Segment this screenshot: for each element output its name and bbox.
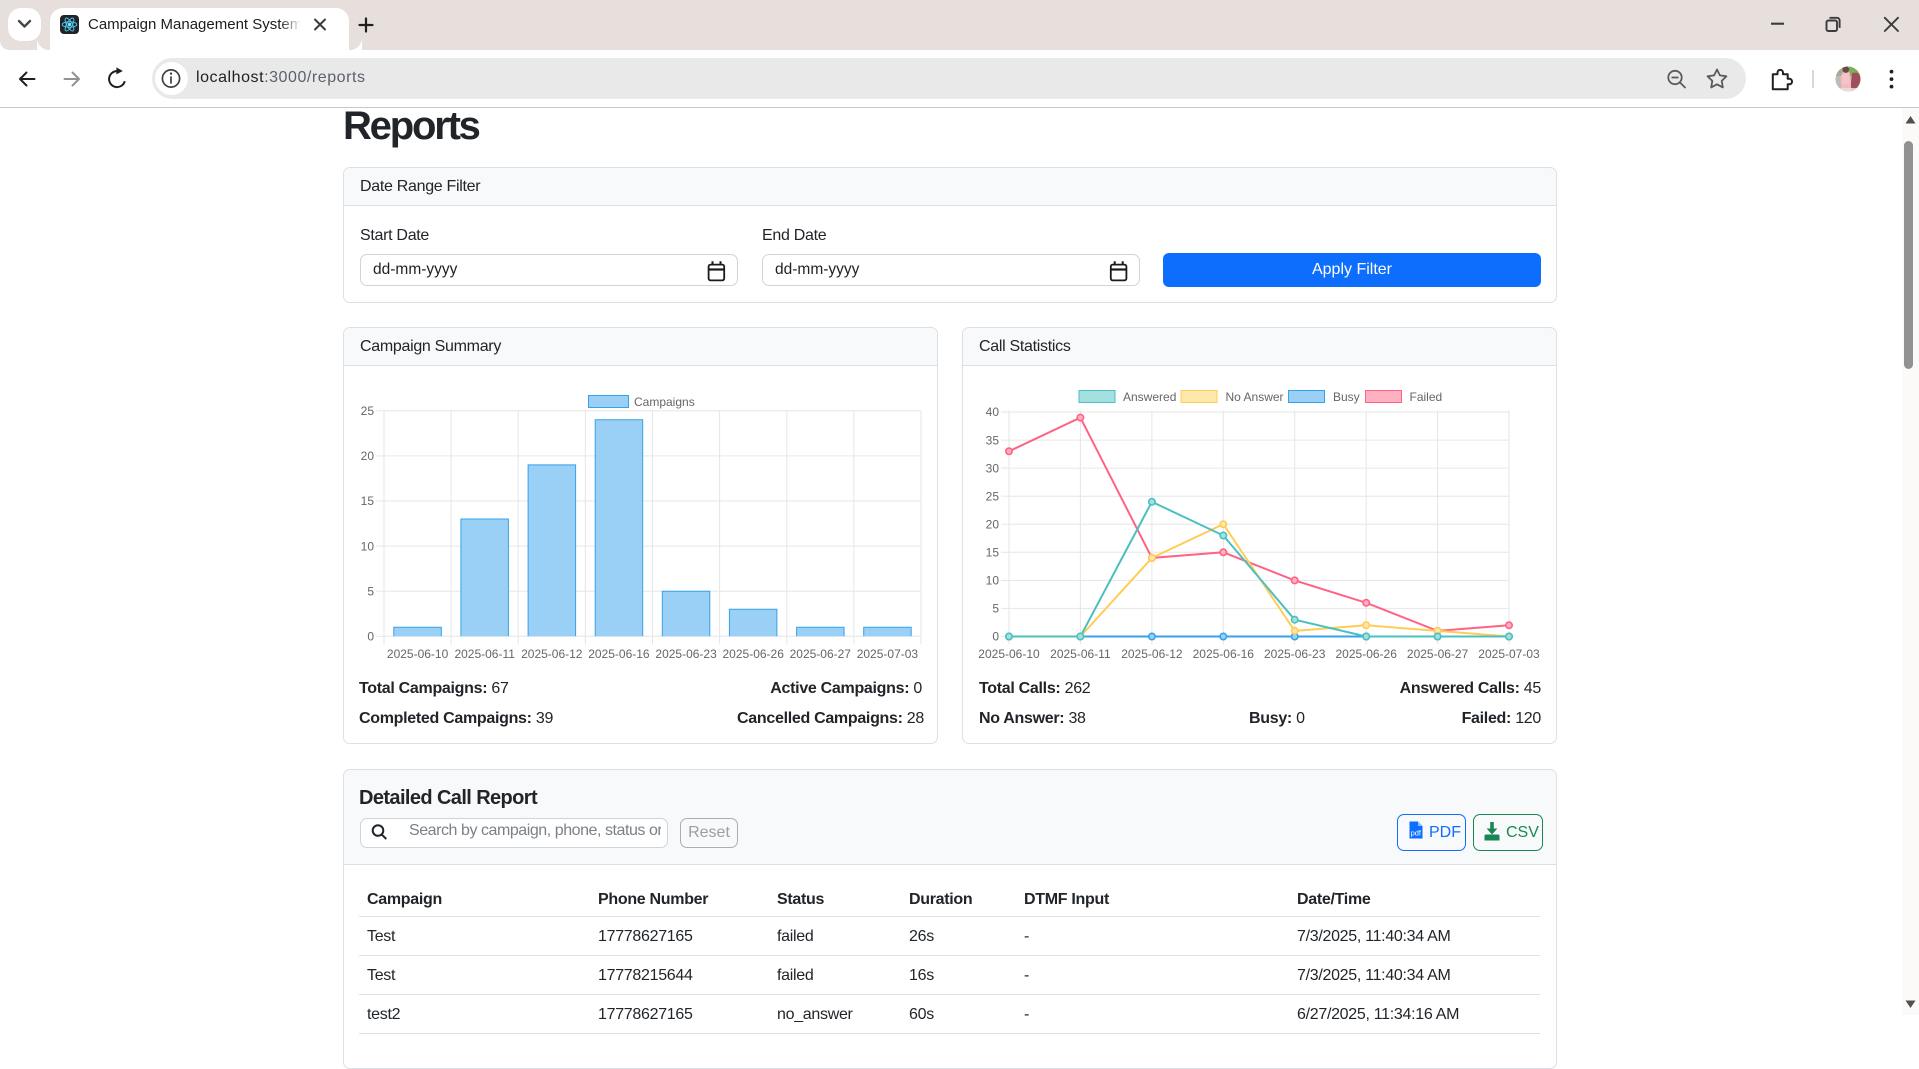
svg-text:5: 5 (992, 602, 999, 616)
svg-text:2025-06-26: 2025-06-26 (1336, 647, 1398, 661)
svg-text:30: 30 (986, 461, 1000, 475)
svg-text:2025-06-26: 2025-06-26 (723, 647, 785, 661)
svg-text:2025-06-23: 2025-06-23 (655, 647, 717, 661)
svg-text:Campaigns: Campaigns (634, 395, 695, 409)
svg-text:15: 15 (986, 546, 1000, 560)
svg-text:0: 0 (367, 630, 374, 644)
svg-text:10: 10 (986, 574, 1000, 588)
svg-text:2025-06-16: 2025-06-16 (588, 647, 650, 661)
svg-text:Busy: Busy (1333, 390, 1360, 404)
svg-text:2025-06-10: 2025-06-10 (387, 647, 449, 661)
svg-text:2025-06-27: 2025-06-27 (1407, 647, 1469, 661)
svg-text:pdf: pdf (1411, 829, 1422, 838)
svg-text:20: 20 (986, 518, 1000, 532)
svg-text:25: 25 (361, 404, 375, 418)
svg-text:2025-06-10: 2025-06-10 (978, 647, 1040, 661)
svg-text:20: 20 (361, 449, 375, 463)
svg-text:10: 10 (361, 539, 375, 553)
svg-text:2025-06-12: 2025-06-12 (521, 647, 583, 661)
svg-text:2025-06-23: 2025-06-23 (1264, 647, 1326, 661)
svg-text:0: 0 (992, 630, 999, 644)
svg-text:15: 15 (361, 494, 375, 508)
svg-text:2025-06-27: 2025-06-27 (790, 647, 852, 661)
svg-text:25: 25 (986, 489, 1000, 503)
svg-text:No Answer: No Answer (1226, 390, 1284, 404)
svg-text:2025-07-03: 2025-07-03 (1478, 647, 1540, 661)
svg-text:2025-07-03: 2025-07-03 (857, 647, 919, 661)
svg-text:Answered: Answered (1123, 390, 1176, 404)
svg-text:2025-06-12: 2025-06-12 (1121, 647, 1183, 661)
svg-text:2025-06-11: 2025-06-11 (454, 647, 515, 661)
svg-text:5: 5 (367, 584, 374, 598)
svg-text:35: 35 (986, 433, 1000, 447)
svg-text:2025-06-16: 2025-06-16 (1193, 647, 1255, 661)
svg-text:Failed: Failed (1410, 390, 1443, 404)
svg-text:2025-06-11: 2025-06-11 (1050, 647, 1111, 661)
svg-text:40: 40 (986, 405, 1000, 419)
